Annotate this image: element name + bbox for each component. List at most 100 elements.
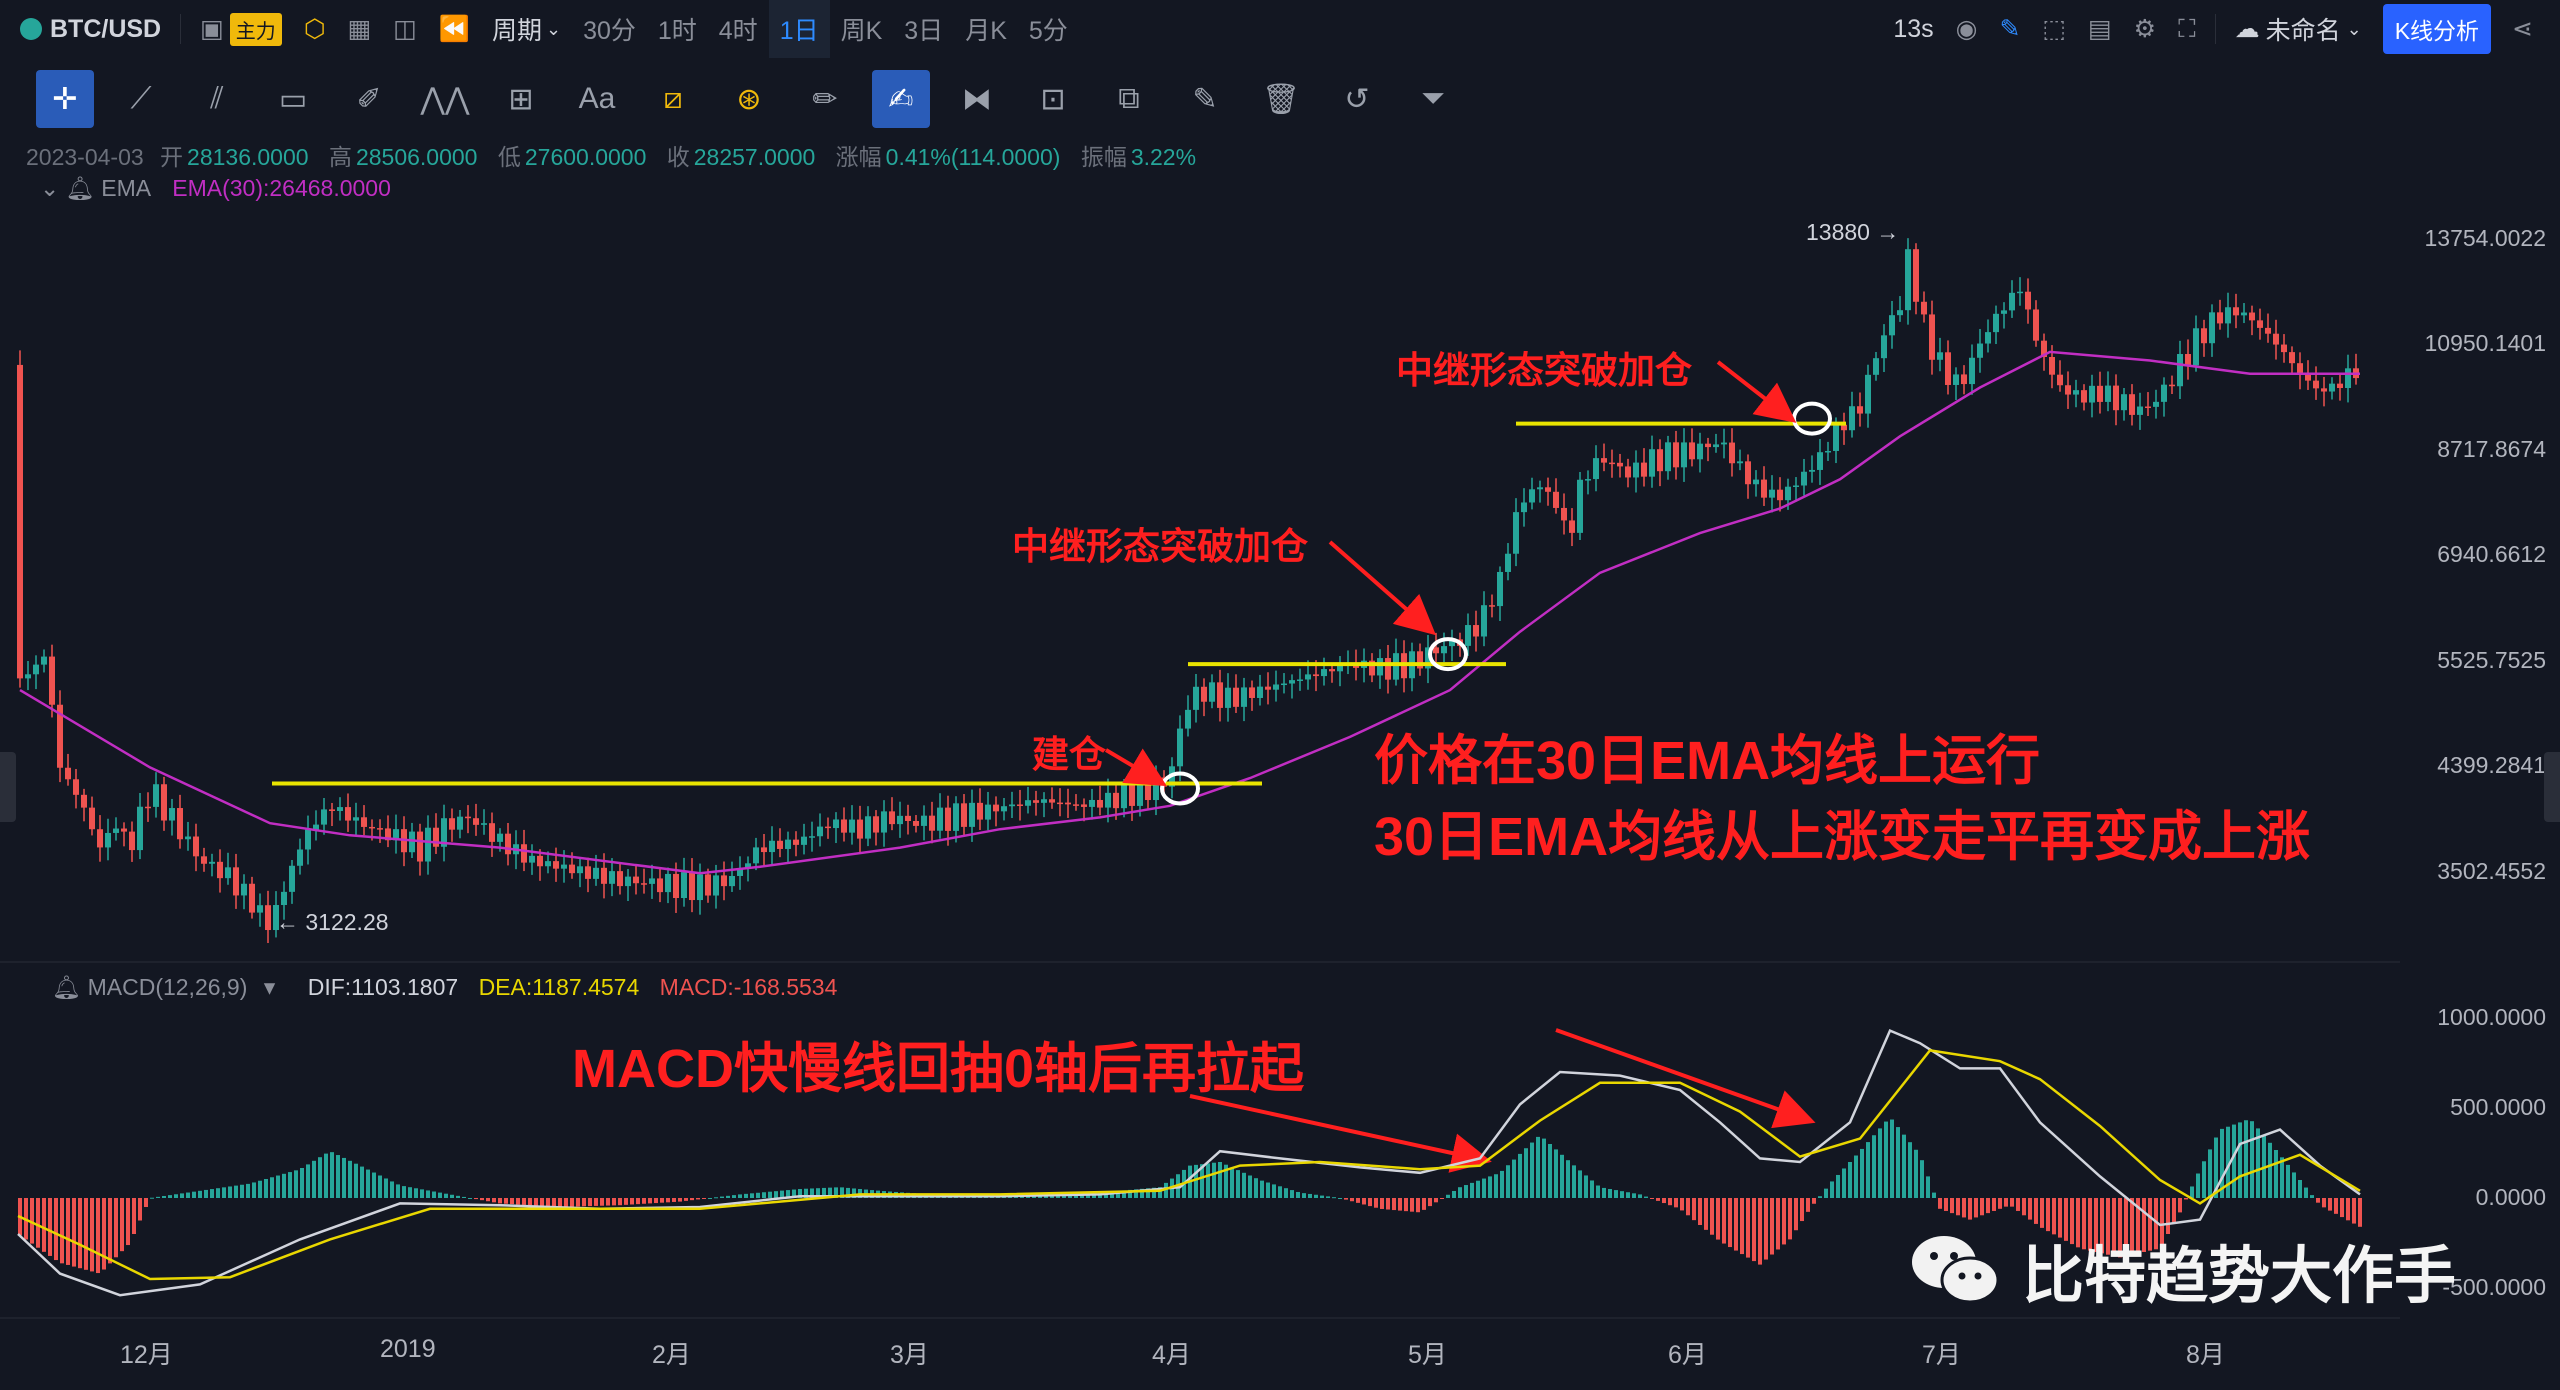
candle-body: [353, 817, 359, 821]
candle-body: [1289, 680, 1295, 684]
macd-histogram-bar: [1572, 1165, 1576, 1198]
macd-histogram-bar: [1722, 1198, 1726, 1244]
macd-histogram-bar: [1710, 1198, 1714, 1235]
macd-histogram-bar: [1818, 1196, 1822, 1198]
macd-histogram-bar: [288, 1172, 292, 1198]
macd-histogram-bar: [528, 1198, 532, 1206]
candle-body: [1433, 647, 1439, 654]
macd-histogram-bar: [144, 1198, 148, 1207]
right-collapse-handle[interactable]: [2544, 752, 2560, 822]
macd-histogram-bar: [1824, 1188, 1828, 1198]
macd-histogram-bar: [360, 1166, 364, 1198]
left-collapse-handle[interactable]: [0, 752, 16, 822]
macd-histogram-bar: [1296, 1191, 1300, 1198]
macd-histogram-bar: [1998, 1198, 2002, 1209]
candle-body: [665, 873, 671, 893]
time-tick: 2019: [380, 1335, 436, 1363]
macd-histogram-bar: [1434, 1198, 1438, 1203]
macd-histogram-bar: [1626, 1192, 1630, 1198]
candle-body: [1809, 469, 1815, 472]
candle-body: [1257, 686, 1263, 698]
macd-histogram-bar: [1548, 1144, 1552, 1198]
macd-histogram-bar: [2238, 1122, 2242, 1198]
candle-body: [2001, 310, 2007, 314]
macd-histogram-bar: [588, 1198, 592, 1207]
candle-body: [1057, 802, 1063, 805]
macd-histogram-bar: [1764, 1198, 1768, 1260]
macd-histogram-bar: [270, 1177, 274, 1198]
watermark: 比特趋势大作手: [1910, 1225, 2456, 1315]
candle-body: [377, 828, 383, 830]
macd-histogram-bar: [594, 1198, 598, 1206]
candle-body: [1201, 686, 1207, 702]
candle-body: [2337, 383, 2343, 389]
candle-body: [161, 784, 167, 821]
candle-body: [473, 818, 479, 825]
candle-body: [1217, 682, 1223, 708]
macd-histogram-bar: [2034, 1198, 2038, 1224]
macd-histogram-bar: [2004, 1198, 2008, 1207]
chevron-down-icon[interactable]: ▾: [264, 974, 276, 1000]
candle-body: [657, 878, 663, 893]
macd-histogram-bar: [540, 1198, 544, 1206]
macd-histogram-bar: [1206, 1163, 1210, 1198]
candle-body: [1833, 424, 1839, 451]
candle-body: [937, 807, 943, 831]
macd-histogram-bar: [1494, 1174, 1498, 1198]
candle-body: [1513, 512, 1519, 554]
macd-histogram-bar: [726, 1195, 730, 1198]
macd-histogram-bar: [684, 1198, 688, 1201]
candle-body: [1609, 462, 1615, 465]
macd-histogram-bar: [1362, 1198, 1366, 1205]
annotation-arrow: [1716, 360, 1797, 423]
macd-histogram-bar: [342, 1157, 346, 1198]
macd-histogram-bar: [1212, 1162, 1216, 1198]
macd-histogram-bar: [252, 1182, 256, 1198]
candle-body: [1881, 335, 1887, 359]
macd-histogram-bar: [414, 1188, 418, 1198]
macd-histogram-bar: [612, 1198, 616, 1206]
candle-body: [73, 779, 79, 795]
macd-histogram-bar: [1554, 1149, 1558, 1198]
macd-histogram-bar: [276, 1175, 280, 1198]
macd-histogram-bar: [648, 1198, 652, 1204]
macd-histogram-bar: [720, 1196, 724, 1198]
macd-histogram-bar: [510, 1198, 514, 1205]
candle-body: [857, 819, 863, 839]
candle-body: [697, 874, 703, 901]
candle-body: [569, 864, 575, 874]
macd-histogram-bar: [660, 1198, 664, 1203]
watermark-text: 比特趋势大作手: [2022, 1242, 2457, 1311]
candle-body: [1121, 785, 1127, 809]
macd-histogram-bar: [1326, 1196, 1330, 1198]
macd-histogram-bar: [1278, 1186, 1282, 1198]
macd-histogram-bar: [1368, 1198, 1372, 1207]
macd-histogram-bar: [1770, 1198, 1774, 1255]
candle-body: [281, 891, 287, 906]
macd-histogram-bar: [348, 1160, 352, 1198]
candle-body: [1233, 687, 1239, 707]
macd-histogram-bar: [1644, 1196, 1648, 1198]
macd-legend[interactable]: 🔔︎ MACD(12,26,9) ▾ DIF:1103.1807 DEA:118…: [52, 974, 837, 1001]
macd-histogram-bar: [2304, 1187, 2308, 1198]
candle-body: [2065, 385, 2071, 395]
bell-icon[interactable]: 🔔︎: [52, 974, 81, 1000]
candle-body: [81, 794, 87, 808]
macd-histogram-bar: [1482, 1178, 1486, 1198]
macd-histogram-bar: [690, 1198, 694, 1201]
candle-body: [1073, 804, 1079, 806]
candle-body: [913, 820, 919, 826]
macd-histogram-bar: [636, 1198, 640, 1205]
macd-histogram-bar: [630, 1198, 634, 1205]
macd-histogram-bar: [774, 1191, 778, 1198]
candle-body: [1801, 471, 1807, 486]
macd-histogram-bar: [756, 1192, 760, 1198]
candle-body: [1041, 799, 1047, 803]
chart-canvas[interactable]: [0, 0, 2560, 1390]
macd-histogram-bar: [1512, 1159, 1516, 1198]
macd-histogram-bar: [1902, 1134, 1906, 1198]
macd-histogram-bar: [114, 1198, 118, 1258]
candle-body: [793, 839, 799, 845]
candle-body: [849, 819, 855, 833]
candle-body: [2121, 394, 2127, 411]
